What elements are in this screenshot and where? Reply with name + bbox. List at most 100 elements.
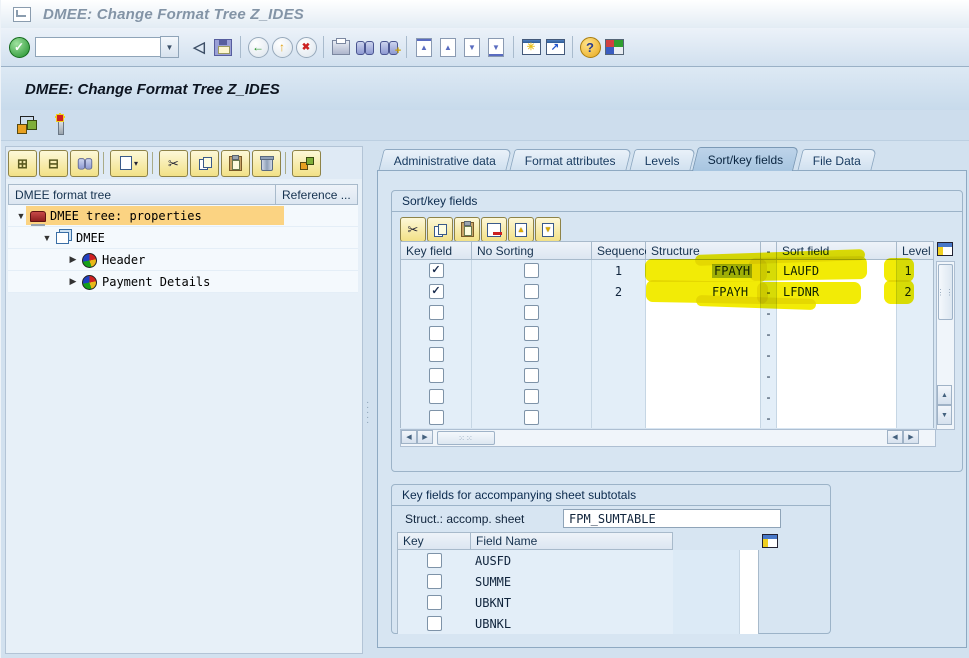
no-sorting-checkbox[interactable] [524,326,539,341]
back-button[interactable]: ← [246,35,270,59]
structure-cell[interactable]: FPAYH [646,260,761,281]
scrollbar-track[interactable] [740,613,759,634]
first-page-button[interactable]: ▲ [412,35,436,59]
struct-accomp-sheet-field[interactable]: FPM_SUMTABLE [563,509,781,528]
structure-cell[interactable] [646,386,761,407]
find-button[interactable] [353,35,377,59]
field-name-cell[interactable]: UBNKL [471,613,673,634]
scroll-left-button[interactable]: ◀ [887,430,903,444]
no-sorting-checkbox[interactable] [524,347,539,362]
field-name-cell[interactable]: UBKNT [471,592,673,613]
no-sorting-checkbox[interactable] [524,263,539,278]
key-checkbox[interactable] [427,553,442,568]
scrollbar-track[interactable] [740,550,759,571]
tree-node-payment-details[interactable]: ▶ Payment Details [8,271,358,293]
sort-field-cell[interactable]: LFDNR [777,281,897,302]
scroll-up-button[interactable]: ▲ [937,385,952,405]
key-field-checkbox[interactable]: ✓ [428,284,444,299]
new-session-button[interactable]: ✳ [519,35,543,59]
sort-field-cell[interactable] [777,344,897,365]
paste-row-button[interactable] [454,217,480,242]
no-sorting-checkbox[interactable] [524,284,539,299]
key-checkbox[interactable] [427,574,442,589]
copy-button[interactable] [190,149,219,177]
paste-button[interactable] [221,149,250,177]
cancel-button[interactable]: ✖ [294,35,318,59]
display-change-icon[interactable] [17,116,39,134]
scrollbar-thumb[interactable]: ⋮⋮ [937,264,954,320]
column-header-sequence[interactable]: Sequence [592,241,651,260]
cut-button[interactable]: ✂ [159,149,188,177]
column-header-key[interactable]: Key [397,532,471,550]
find-next-button[interactable]: + [377,35,401,59]
expand-arrow-icon[interactable]: ▶ [68,276,78,287]
sort-field-cell[interactable]: LAUFD [777,260,897,281]
create-node-button[interactable]: ▾ [110,149,148,177]
structure-cell[interactable] [646,365,761,386]
window-menu-icon[interactable] [13,6,31,22]
field-name-cell[interactable]: AUSFD [471,550,673,571]
structure-cell[interactable] [646,407,761,428]
column-header-level[interactable]: Level [897,241,934,260]
tab-administrative-data[interactable]: Administrative data [378,149,512,171]
last-page-button[interactable]: ▼ [484,35,508,59]
move-row-up-button[interactable]: ▲ [508,217,534,242]
structure-cell[interactable] [646,344,761,365]
scrollbar-track[interactable] [740,571,759,592]
column-header-no-sorting[interactable]: No Sorting [472,241,592,260]
table-settings-icon[interactable] [762,534,778,548]
swap-button[interactable] [292,149,321,177]
scroll-left-button[interactable]: ◀ [401,430,417,444]
activate-icon[interactable] [53,115,67,135]
tree-node-header[interactable]: ▶ Header [8,249,358,271]
tree-node-dmee[interactable]: ▼ DMEE [8,227,358,249]
column-header-field-name[interactable]: Field Name [471,532,673,550]
column-header-structure[interactable]: Structure [646,241,761,260]
exit-button[interactable]: ↑ [270,35,294,59]
tab-levels[interactable]: Levels [629,149,696,171]
no-sorting-checkbox[interactable] [524,305,539,320]
collapse-all-button[interactable]: ⊟ [39,149,68,177]
scroll-right-button[interactable]: ▶ [417,430,433,444]
no-sorting-checkbox[interactable] [524,410,539,425]
key-field-checkbox[interactable] [428,326,444,341]
tree-header-reference[interactable]: Reference ... [276,184,358,205]
tree-node-properties[interactable]: ▼ DMEE tree: properties [8,205,358,227]
sort-field-cell[interactable] [777,323,897,344]
structure-cell[interactable]: FPAYH [646,281,761,302]
find-node-button[interactable] [70,149,99,177]
vertical-scrollbar[interactable]: ⋮⋮ ▲ ▼ [936,261,955,430]
key-field-checkbox[interactable] [428,347,444,362]
panel-splitter[interactable]: · · · · · [363,146,374,652]
key-field-checkbox[interactable] [428,368,444,383]
column-header--[interactable]: - [761,241,777,260]
move-row-down-button[interactable]: ▼ [535,217,561,242]
key-field-checkbox[interactable] [428,389,444,404]
key-checkbox[interactable] [427,595,442,610]
table-settings-icon[interactable] [937,242,953,256]
cut-row-button[interactable]: ✂ [400,217,426,242]
scrollbar-track[interactable] [740,592,759,613]
page-down-button[interactable]: ▼ [460,35,484,59]
enter-left-button[interactable]: ◁ [187,35,211,59]
sort-field-cell[interactable] [777,365,897,386]
page-up-button[interactable]: ▲ [436,35,460,59]
scrollbar-thumb[interactable]: ⁙⁙ [437,431,495,445]
no-sorting-checkbox[interactable] [524,389,539,404]
collapse-arrow-icon[interactable]: ▼ [42,233,52,243]
save-button[interactable] [211,35,235,59]
create-shortcut-button[interactable]: ↗ [543,35,567,59]
scroll-right-button[interactable]: ▶ [903,430,919,444]
field-name-cell[interactable]: SUMME [471,571,673,592]
column-header-sort-field[interactable]: Sort field [777,241,897,260]
sort-field-cell[interactable] [777,407,897,428]
delete-button[interactable] [252,149,281,177]
column-header-key-field[interactable]: Key field [400,241,472,260]
tab-sort-key-fields[interactable]: Sort/key fields [692,147,800,171]
key-field-checkbox[interactable] [428,410,444,425]
command-field[interactable] [35,37,160,57]
print-button[interactable] [329,35,353,59]
customize-layout-button[interactable] [602,35,626,59]
expand-arrow-icon[interactable]: ▶ [68,254,78,265]
delete-row-button[interactable] [481,217,507,242]
